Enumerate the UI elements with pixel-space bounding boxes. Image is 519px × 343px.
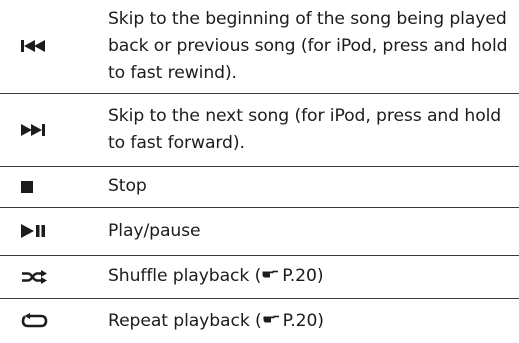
row-description: Skip to the beginning of the song being …	[108, 0, 513, 92]
repeat-icon-cell	[0, 299, 84, 343]
table-row-shuffle: Shuffle playback ( P.20)	[0, 256, 519, 297]
description-text: Repeat playback ( P.20)	[108, 308, 324, 335]
row-description: Skip to the next song (for iPod, press a…	[108, 94, 513, 165]
description-text: Skip to the beginning of the song being …	[108, 8, 508, 83]
description-text: Play/pause	[108, 220, 201, 241]
table-row-skip-back: Skip to the beginning of the song being …	[0, 0, 519, 92]
repeat-icon	[21, 313, 47, 328]
row-description: Stop	[108, 167, 513, 206]
description-text: Shuffle playback ( P.20)	[108, 263, 324, 290]
play-pause-icon	[20, 224, 45, 238]
table-row-repeat: Repeat playback ( P.20)	[0, 299, 519, 343]
row-description: Repeat playback ( P.20)	[108, 299, 513, 343]
description-prefix: Repeat playback (	[108, 310, 262, 331]
pointing-hand-icon	[263, 315, 279, 322]
table-row-play-pause: Play/pause	[0, 208, 519, 254]
description-text: Skip to the next song (for iPod, press a…	[108, 105, 502, 153]
shuffle-icon-cell	[0, 256, 84, 297]
description-suffix: )	[316, 266, 324, 286]
page-reference: P.20	[282, 266, 317, 286]
skip-forward-icon-cell	[0, 94, 84, 165]
description-prefix: Shuffle playback (	[108, 266, 262, 286]
skip-forward-icon	[20, 123, 45, 136]
row-description: Play/pause	[108, 208, 513, 254]
page-reference: P.20	[282, 310, 318, 331]
skip-back-icon	[20, 40, 45, 52]
shuffle-icon	[21, 269, 47, 284]
row-description: Shuffle playback ( P.20)	[108, 256, 513, 297]
pointing-hand-icon	[262, 270, 279, 278]
skip-back-icon-cell	[0, 0, 84, 92]
stop-icon-cell	[0, 167, 84, 206]
stop-icon	[20, 180, 33, 193]
play-pause-icon-cell	[0, 208, 84, 254]
table-row-skip-forward: Skip to the next song (for iPod, press a…	[0, 94, 519, 165]
table-row-stop: Stop	[0, 167, 519, 206]
description-suffix: )	[317, 310, 324, 331]
control-reference-table: Skip to the beginning of the song being …	[0, 0, 519, 343]
description-text: Stop	[108, 176, 147, 196]
